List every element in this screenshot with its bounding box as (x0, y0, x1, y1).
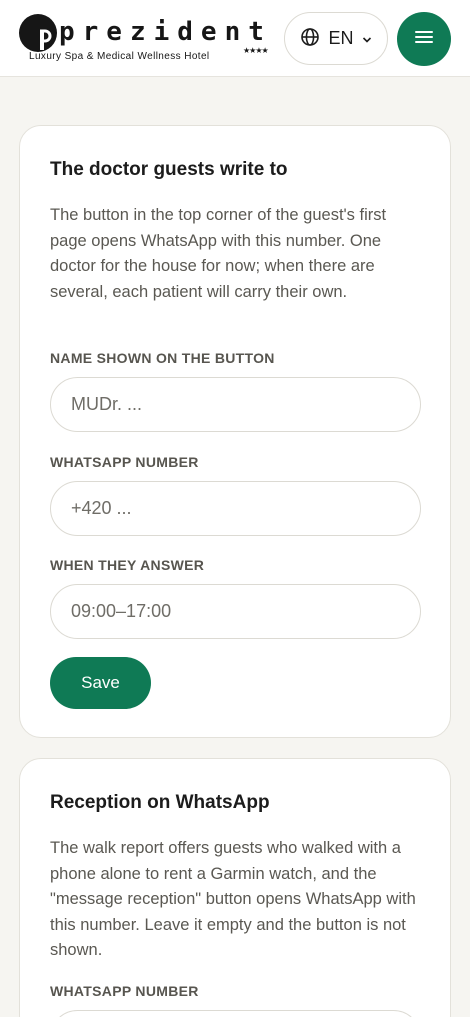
reception-whatsapp-label: WHATSAPP NUMBER (50, 983, 199, 999)
doctor-name-input[interactable] (50, 377, 421, 432)
doctor-whatsapp-input[interactable] (50, 481, 421, 536)
logo-stars: ★★★★ (243, 46, 269, 55)
doctor-hours-input[interactable] (50, 584, 421, 639)
save-button[interactable]: Save (50, 657, 151, 709)
card-title: The doctor guests write to (50, 159, 288, 180)
logo-wordmark: prezident (59, 17, 272, 47)
language-label: EN (328, 28, 354, 48)
menu-icon (414, 29, 434, 49)
doctor-hours-label: WHEN THEY ANSWER (50, 557, 205, 573)
reception-whatsapp-input[interactable] (50, 1010, 421, 1017)
logo-tagline: Luxury Spa & Medical Wellness Hotel (29, 51, 210, 62)
globe-icon (300, 27, 320, 51)
card-title: Reception on WhatsApp (50, 792, 270, 813)
card-description: The walk report offers guests who walked… (50, 839, 416, 959)
app-header: prezident Luxury Spa & Medical Wellness … (0, 0, 470, 77)
doctor-name-label: NAME SHOWN ON THE BUTTON (50, 350, 275, 366)
language-selector[interactable]: EN (284, 12, 388, 65)
card-description: The button in the top corner of the gues… (50, 206, 387, 301)
menu-button[interactable] (397, 12, 451, 66)
doctor-whatsapp-label: WHATSAPP NUMBER (50, 454, 199, 470)
doctor-settings-card: The doctor guests write to The button in… (19, 125, 451, 738)
chevron-down-icon (362, 29, 372, 48)
logo-mark-icon (19, 14, 57, 52)
brand-logo[interactable]: prezident Luxury Spa & Medical Wellness … (19, 13, 269, 65)
reception-settings-card: Reception on WhatsApp The walk report of… (19, 758, 451, 1017)
